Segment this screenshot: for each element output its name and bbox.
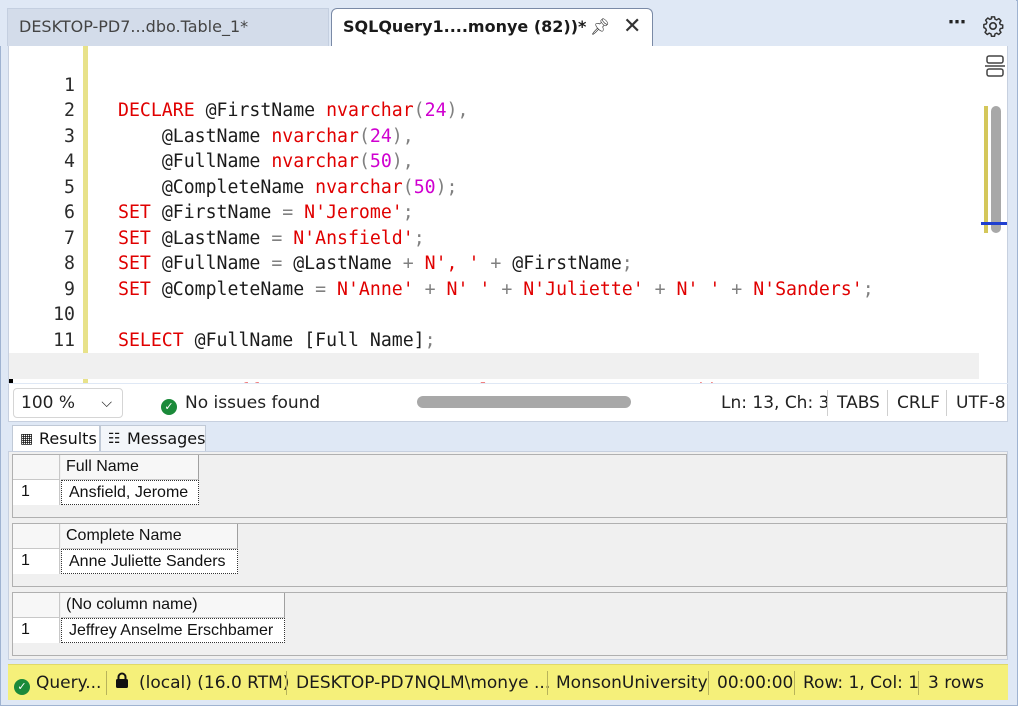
line-ending[interactable]: CRLF <box>897 392 940 414</box>
query-status-text: Query... <box>36 673 102 693</box>
server-info[interactable]: (local) (16.0 RTM) <box>115 671 289 695</box>
code-line[interactable]: 6 SET @LastName = N'Ansfield'; <box>9 175 979 249</box>
grid-cell[interactable]: Ansfield, Jerome <box>61 480 199 505</box>
close-icon[interactable]: ✕ <box>623 9 641 45</box>
query-editor[interactable]: 1 DECLARE @FirstName nvarchar(24), 2 @La… <box>8 46 1008 383</box>
tab-messages[interactable]: ☷ Messages <box>100 425 206 452</box>
results-tab-strip: ▦ Results ☷ Messages <box>8 422 1008 452</box>
code-line[interactable]: 9 <box>9 251 979 300</box>
column-header[interactable]: Full Name <box>61 455 199 480</box>
code-line[interactable]: 10 SELECT @FullName [Full Name]; <box>9 277 979 351</box>
code-line[interactable]: 5 SET @FirstName = N'Jerome'; <box>9 149 979 224</box>
code-line[interactable]: 1 DECLARE @FirstName nvarchar(24), <box>9 47 979 122</box>
code-line-current[interactable]: 13 GO <box>9 353 979 383</box>
code-line[interactable]: 4 @CompleteName nvarchar(50); <box>9 124 979 198</box>
tab-label: DESKTOP-PD7...dbo.Table_1* <box>19 17 249 36</box>
chevron-down-icon: ⌵ <box>101 395 112 411</box>
code-line[interactable]: 7 SET @FullName = @LastName + N', ' + @F… <box>9 200 979 275</box>
tab-label: Messages <box>127 429 206 448</box>
connected-user[interactable]: DESKTOP-PD7NQLM\monye ... <box>296 671 550 695</box>
row-count: 3 rows <box>928 673 984 693</box>
divider <box>708 671 709 695</box>
tab-sqlquery1[interactable]: SQLQuery1....monye (82))* 📌︎ ✕ <box>331 8 653 46</box>
split-editor-icon[interactable] <box>985 54 1005 78</box>
divider <box>946 390 947 416</box>
code-line[interactable]: 11 SELECT @CompleteName [Complete Name]; <box>9 302 979 377</box>
zoom-value: 100 % <box>21 393 76 413</box>
issues-text: No issues found <box>185 393 321 413</box>
code-line[interactable]: 8 SET @CompleteName = N'Anne' + N' ' + N… <box>9 226 979 300</box>
indentation-mode[interactable]: TABS <box>837 392 880 414</box>
grid-corner[interactable] <box>13 593 60 618</box>
zoom-dropdown[interactable]: 100 % ⌵ <box>13 388 123 418</box>
check-circle-icon: ✓ <box>161 399 177 415</box>
tab-label: Results <box>39 429 97 448</box>
tab-table-1[interactable]: DESKTOP-PD7...dbo.Table_1* <box>7 8 329 46</box>
results-pane: Full Name 1 Ansfield, Jerome Complete Na… <box>8 451 1008 660</box>
grid-corner[interactable] <box>13 455 60 480</box>
query-status[interactable]: ✓ Query... <box>14 671 101 695</box>
divider <box>547 671 548 695</box>
cursor-position[interactable]: Ln: 13, Ch: 3 <box>721 392 829 414</box>
divider <box>106 671 107 695</box>
divider <box>286 671 287 695</box>
divider <box>794 671 795 695</box>
divider <box>827 390 828 416</box>
row-header[interactable]: 1 <box>13 549 60 574</box>
code-line[interactable]: 3 @FullName nvarchar(50), <box>9 98 979 173</box>
more-options-icon[interactable]: ⋯ <box>948 12 967 33</box>
column-header[interactable]: Complete Name <box>61 524 238 549</box>
scrollbar-change-marker <box>984 106 988 233</box>
grid-corner[interactable] <box>13 524 60 549</box>
lock-icon <box>115 671 129 695</box>
result-grid[interactable]: (No column name) 1 Jeffrey Anselme Ersch… <box>12 592 1007 656</box>
result-grid[interactable]: Full Name 1 Ansfield, Jerome <box>12 454 1007 518</box>
database-name[interactable]: MonsonUniversity <box>556 671 708 695</box>
grid-cell[interactable]: Jeffrey Anselme Erschbamer <box>61 618 285 643</box>
scrollbar-caret-marker <box>981 222 1007 225</box>
vertical-scrollbar-thumb[interactable] <box>991 106 1001 233</box>
result-grid[interactable]: Complete Name 1 Anne Juliette Sanders <box>12 523 1007 587</box>
code-line[interactable]: 12 SELECT N'Jeffrey' + N' ' + N'Anselme'… <box>9 328 979 383</box>
pin-icon[interactable]: 📌︎ <box>590 9 610 45</box>
issues-indicator[interactable]: ✓ No issues found <box>161 392 320 415</box>
row-col-position: Row: 1, Col: 1 <box>803 673 920 693</box>
messages-icon: ☷ <box>108 431 121 447</box>
tab-label: SQLQuery1....monye (82))* <box>343 17 587 36</box>
document-tab-strip: DESKTOP-PD7...dbo.Table_1* SQLQuery1....… <box>0 0 1016 46</box>
code-text: SELECT N'Jeffrey' + N' ' + N'Anselme' + … <box>118 379 786 384</box>
editor-status-row: 100 % ⌵ ✓ No issues found Ln: 13, Ch: 3 T… <box>8 384 1008 422</box>
current-line-marker <box>9 378 13 383</box>
check-circle-icon: ✓ <box>14 679 30 695</box>
grid-cell[interactable]: Anne Juliette Sanders <box>61 549 238 574</box>
tab-results[interactable]: ▦ Results <box>12 425 100 452</box>
row-header[interactable]: 1 <box>13 480 60 505</box>
horizontal-scrollbar-thumb[interactable] <box>417 396 631 408</box>
divider <box>887 390 888 416</box>
query-status-bar: ✓ Query... (local) (16.0 RTM) DESKTOP-PD7… <box>8 664 1008 700</box>
code-line[interactable]: 2 @LastName nvarchar(24), <box>9 73 979 147</box>
column-header[interactable]: (No column name) <box>61 593 285 618</box>
grid-icon: ▦ <box>20 431 34 447</box>
gear-icon[interactable] <box>982 15 1004 37</box>
encoding[interactable]: UTF-8 <box>956 392 1006 414</box>
server-text: (local) (16.0 RTM) <box>139 673 290 693</box>
elapsed-time: 00:00:00 <box>717 673 794 693</box>
divider <box>918 671 919 695</box>
row-header[interactable]: 1 <box>13 618 60 643</box>
